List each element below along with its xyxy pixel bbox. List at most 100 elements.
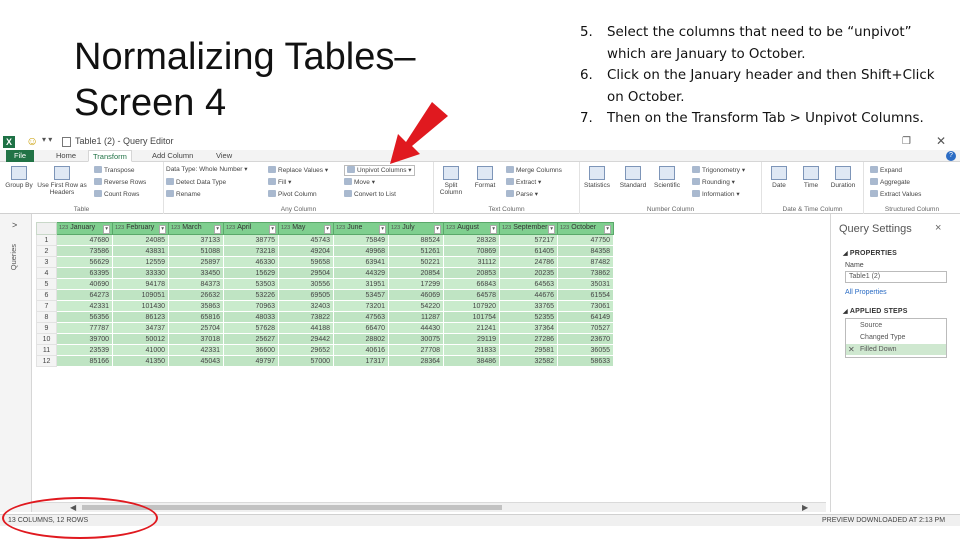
applied-steps-section[interactable]: ◢ APPLIED STEPS xyxy=(843,308,908,315)
tab-home[interactable]: Home xyxy=(52,150,80,162)
table-cell[interactable]: 53503 xyxy=(223,278,279,290)
reverse-rows-button[interactable]: Reverse Rows xyxy=(94,178,146,187)
table-cell[interactable]: 24085 xyxy=(112,234,169,246)
tab-view[interactable]: View xyxy=(212,150,236,162)
table-cell[interactable]: 29442 xyxy=(278,333,334,345)
table-cell[interactable]: 23539 xyxy=(56,344,113,356)
table-cell[interactable]: 44430 xyxy=(388,322,444,334)
table-cell[interactable]: 37364 xyxy=(499,322,558,334)
grid-corner[interactable] xyxy=(36,222,57,235)
table-cell[interactable]: 101430 xyxy=(112,300,169,312)
column-header-october[interactable]: 123 October ▾ xyxy=(557,222,614,235)
table-cell[interactable]: 25704 xyxy=(168,322,224,334)
applied-step-filled-down[interactable]: ✕ Filled Down xyxy=(846,344,946,355)
count-rows-button[interactable]: Count Rows xyxy=(94,190,139,199)
table-cell[interactable]: 34737 xyxy=(112,322,169,334)
row-number[interactable]: 5 xyxy=(36,278,57,290)
table-cell[interactable]: 31951 xyxy=(333,278,389,290)
table-cell[interactable]: 49797 xyxy=(223,355,279,367)
row-number[interactable]: 3 xyxy=(36,256,57,268)
column-header-july[interactable]: 123 July ▾ xyxy=(388,222,444,235)
column-header-april[interactable]: 123 April ▾ xyxy=(223,222,279,235)
applied-step-changed-type[interactable]: Changed Type xyxy=(846,332,946,343)
rounding-button[interactable]: Rounding ▾ xyxy=(692,178,735,187)
expand-button[interactable]: Expand xyxy=(870,166,902,175)
query-name-input[interactable]: Table1 (2) xyxy=(845,271,947,283)
table-cell[interactable]: 29652 xyxy=(278,344,334,356)
table-cell[interactable]: 50221 xyxy=(388,256,444,268)
filter-dropdown-icon[interactable]: ▾ xyxy=(269,224,276,234)
scientific-button[interactable]: Scientific xyxy=(652,166,682,189)
table-cell[interactable]: 33450 xyxy=(168,267,224,279)
filter-dropdown-icon[interactable]: ▾ xyxy=(379,224,386,234)
table-cell[interactable]: 20854 xyxy=(388,267,444,279)
duration-button[interactable]: Duration xyxy=(828,166,858,189)
table-cell[interactable]: 44676 xyxy=(499,289,558,301)
table-cell[interactable]: 49968 xyxy=(333,245,389,257)
expand-queries-icon[interactable]: > xyxy=(12,220,17,230)
delete-step-icon[interactable]: ✕ xyxy=(848,344,855,355)
table-cell[interactable]: 38775 xyxy=(223,234,279,246)
table-cell[interactable]: 70963 xyxy=(223,300,279,312)
pivot-column-button[interactable]: Pivot Column xyxy=(268,190,317,199)
scroll-right-icon[interactable]: ▶ xyxy=(802,503,808,512)
table-cell[interactable]: 23670 xyxy=(557,333,614,345)
column-header-august[interactable]: 123 August ▾ xyxy=(443,222,500,235)
standard-button[interactable]: Standard xyxy=(618,166,648,189)
column-header-march[interactable]: 123 March ▾ xyxy=(168,222,224,235)
row-number[interactable]: 11 xyxy=(36,344,57,356)
table-cell[interactable]: 66470 xyxy=(333,322,389,334)
table-cell[interactable]: 20235 xyxy=(499,267,558,279)
table-cell[interactable]: 24786 xyxy=(499,256,558,268)
table-cell[interactable]: 39700 xyxy=(56,333,113,345)
table-cell[interactable]: 47680 xyxy=(56,234,113,246)
table-cell[interactable]: 53457 xyxy=(333,289,389,301)
table-cell[interactable]: 48033 xyxy=(223,311,279,323)
table-cell[interactable]: 41000 xyxy=(112,344,169,356)
table-cell[interactable]: 35863 xyxy=(168,300,224,312)
parse-button[interactable]: Parse ▾ xyxy=(506,190,538,199)
table-cell[interactable]: 88524 xyxy=(388,234,444,246)
table-cell[interactable]: 56629 xyxy=(56,256,113,268)
table-cell[interactable]: 53226 xyxy=(223,289,279,301)
column-header-june[interactable]: 123 June ▾ xyxy=(333,222,389,235)
table-cell[interactable]: 41350 xyxy=(112,355,169,367)
table-cell[interactable]: 20853 xyxy=(443,267,500,279)
table-cell[interactable]: 44329 xyxy=(333,267,389,279)
properties-section[interactable]: ◢ PROPERTIES xyxy=(843,250,897,257)
table-cell[interactable]: 28328 xyxy=(443,234,500,246)
column-header-february[interactable]: 123 February ▾ xyxy=(112,222,169,235)
table-cell[interactable]: 85166 xyxy=(56,355,113,367)
close-query-settings-icon[interactable]: × xyxy=(935,222,941,234)
table-cell[interactable]: 73862 xyxy=(557,267,614,279)
table-cell[interactable]: 73822 xyxy=(278,311,334,323)
table-cell[interactable]: 61554 xyxy=(557,289,614,301)
table-cell[interactable]: 17299 xyxy=(388,278,444,290)
table-cell[interactable]: 31833 xyxy=(443,344,500,356)
table-cell[interactable]: 64578 xyxy=(443,289,500,301)
table-cell[interactable]: 107920 xyxy=(443,300,500,312)
table-cell[interactable]: 27708 xyxy=(388,344,444,356)
detect-type-button[interactable]: Detect Data Type xyxy=(166,178,226,187)
table-cell[interactable]: 63395 xyxy=(56,267,113,279)
tab-transform[interactable]: Transform xyxy=(88,150,132,162)
table-cell[interactable]: 63941 xyxy=(333,256,389,268)
table-cell[interactable]: 109051 xyxy=(112,289,169,301)
table-cell[interactable]: 65816 xyxy=(168,311,224,323)
table-cell[interactable]: 49204 xyxy=(278,245,334,257)
table-cell[interactable]: 87482 xyxy=(557,256,614,268)
filter-dropdown-icon[interactable]: ▾ xyxy=(604,224,611,234)
table-cell[interactable]: 37133 xyxy=(168,234,224,246)
table-cell[interactable]: 30556 xyxy=(278,278,334,290)
table-cell[interactable]: 29119 xyxy=(443,333,500,345)
table-cell[interactable]: 28802 xyxy=(333,333,389,345)
table-cell[interactable]: 46069 xyxy=(388,289,444,301)
table-cell[interactable]: 56356 xyxy=(56,311,113,323)
column-header-may[interactable]: 123 May ▾ xyxy=(278,222,334,235)
row-number[interactable]: 10 xyxy=(36,333,57,345)
table-cell[interactable]: 40616 xyxy=(333,344,389,356)
move-button[interactable]: Move ▾ xyxy=(344,178,375,187)
date-button[interactable]: Date xyxy=(764,166,794,189)
filter-dropdown-icon[interactable]: ▾ xyxy=(214,224,221,234)
table-cell[interactable]: 66843 xyxy=(443,278,500,290)
